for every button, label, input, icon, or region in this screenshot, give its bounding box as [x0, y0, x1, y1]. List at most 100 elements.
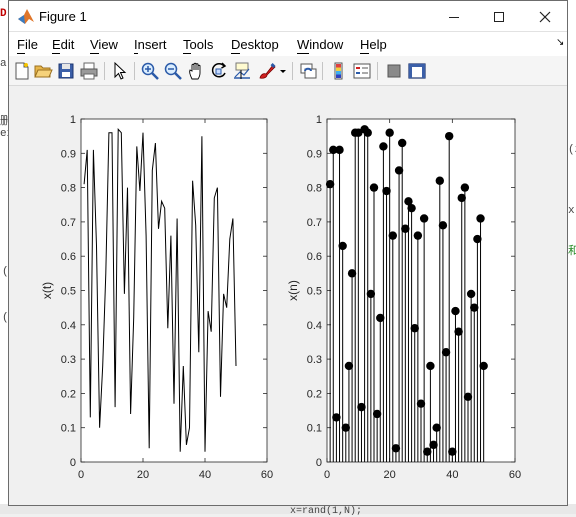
stem-marker — [369, 183, 379, 192]
open-file-icon[interactable] — [33, 61, 53, 81]
x-tick-label: 60 — [261, 469, 273, 481]
dock-figure-arrow[interactable]: ↘ — [556, 37, 564, 48]
menu-help[interactable]: Help — [360, 37, 387, 52]
background-fragment: 和 — [568, 246, 576, 258]
stem-marker — [413, 231, 423, 240]
zoom-in-icon[interactable] — [140, 61, 160, 81]
y-tick-label: 0.5 — [307, 286, 322, 298]
stem-marker — [338, 241, 347, 251]
edit-plot-icon[interactable] — [110, 61, 130, 81]
y-tick-label: 0.9 — [61, 148, 76, 160]
y-tick-label: 0 — [316, 457, 322, 469]
stem-marker — [426, 361, 435, 371]
y-tick-label: 0.2 — [61, 388, 76, 400]
axes-box — [80, 118, 268, 463]
legend-icon[interactable] — [352, 61, 372, 81]
stem-marker — [407, 203, 416, 213]
y-tick-label: 0.9 — [307, 148, 322, 160]
hide-plot-tools-icon[interactable] — [384, 61, 404, 81]
chevron-down-icon[interactable] — [278, 61, 288, 81]
toolbar-separator — [104, 62, 105, 80]
x-tick-label: 40 — [446, 469, 458, 481]
y-tick-label: 0 — [70, 457, 76, 469]
y-axis-label: x(t) — [40, 282, 54, 299]
menu-view[interactable]: View — [90, 37, 118, 52]
show-plot-tools-icon[interactable] — [407, 61, 427, 81]
x-tick-label: 0 — [324, 469, 330, 481]
minimize-button[interactable] — [431, 1, 476, 32]
maximize-icon — [493, 11, 504, 22]
y-tick-label: 0.6 — [61, 251, 76, 263]
background-editor-left — [0, 0, 8, 514]
data-cursor-icon[interactable] — [232, 61, 252, 81]
new-figure-icon[interactable] — [12, 61, 32, 81]
link-plot-icon[interactable] — [298, 61, 318, 81]
zoom-out-icon[interactable] — [163, 61, 183, 81]
menu-file[interactable]: File — [17, 37, 38, 52]
y-tick-label: 0.8 — [61, 183, 76, 195]
menu-insert[interactable]: Insert — [134, 37, 167, 52]
matlab-logo-icon — [18, 9, 34, 24]
stem-marker — [476, 214, 485, 223]
y-tick-label: 0.1 — [307, 423, 322, 435]
stem-marker — [479, 361, 488, 371]
background-fragment: x=rand(1,N); — [290, 506, 363, 517]
background-fragment: (z — [568, 144, 576, 156]
stem-marker — [438, 221, 448, 230]
minimize-icon — [448, 16, 459, 18]
close-icon — [539, 11, 550, 22]
y-tick-label: 0.8 — [307, 183, 322, 195]
rotate-3d-icon[interactable] — [209, 61, 229, 81]
maximize-button[interactable] — [476, 1, 521, 32]
stem-marker — [460, 183, 470, 192]
print-icon[interactable] — [79, 61, 99, 81]
menu-edit[interactable]: Edit — [52, 37, 74, 52]
menu-window[interactable]: Window — [297, 37, 343, 52]
stem-marker — [388, 231, 397, 240]
y-tick-label: 0.5 — [61, 286, 76, 298]
stem-marker — [435, 176, 444, 185]
y-tick-label: 0.7 — [307, 217, 322, 229]
close-button[interactable] — [522, 1, 567, 32]
stem-marker — [398, 138, 407, 148]
toolbar-separator — [377, 62, 378, 80]
y-tick-label: 0.7 — [61, 217, 76, 229]
background-fragment: x — [568, 205, 575, 217]
stem-marker — [466, 289, 476, 299]
x-tick-label: 60 — [509, 469, 521, 481]
y-tick-label: 0.3 — [307, 354, 322, 366]
background-fragment: D — [0, 8, 7, 20]
y-tick-label: 0.4 — [307, 320, 322, 332]
menu-tools[interactable]: Tools — [183, 37, 213, 52]
stem-marker — [451, 306, 460, 316]
pan-icon[interactable] — [186, 61, 206, 81]
y-tick-label: 1 — [316, 114, 322, 126]
save-icon[interactable] — [56, 61, 76, 81]
y-tick-label: 0.4 — [61, 320, 76, 332]
plots-svg: 0 0.1 0.2 0.3 0.4 0.5 0.6 0.7 0.8 0.9 1 0 20 40 60 x(t)… — [40, 114, 521, 481]
stem-marker — [419, 214, 429, 223]
window-title: Figure 1 — [39, 9, 87, 24]
x-tick-label: 20 — [384, 469, 396, 481]
figure-canvas[interactable]: 0 0.1 0.2 0.3 0.4 0.5 0.6 0.7 0.8 0.9 1 0 20 40 60 x(t)… — [9, 87, 567, 505]
toolbar-separator — [134, 62, 135, 80]
y-axis-label: x(n) — [286, 280, 300, 301]
brush-icon[interactable] — [258, 61, 278, 81]
menu-desktop[interactable]: Desktop — [231, 37, 279, 52]
stem-marker — [445, 131, 454, 141]
stem-marker — [335, 145, 344, 155]
figure-toolbar — [9, 56, 567, 86]
x-tick-label: 40 — [199, 469, 211, 481]
menu-bar: File Edit View Insert Tools Desktop Wind… — [9, 32, 567, 56]
toolbar-separator — [322, 62, 323, 80]
x-tick-label: 20 — [137, 469, 149, 481]
title-bar[interactable]: Figure 1 — [9, 1, 567, 32]
y-tick-label: 0.6 — [307, 251, 322, 263]
stem-marker — [363, 128, 372, 137]
stem-marker — [379, 142, 388, 151]
x-tick-label: 0 — [78, 469, 84, 481]
stem-marker — [385, 128, 394, 137]
colorbar-icon[interactable] — [329, 61, 349, 81]
background-fragment: a — [0, 58, 7, 70]
y-tick-label: 0.2 — [307, 388, 322, 400]
